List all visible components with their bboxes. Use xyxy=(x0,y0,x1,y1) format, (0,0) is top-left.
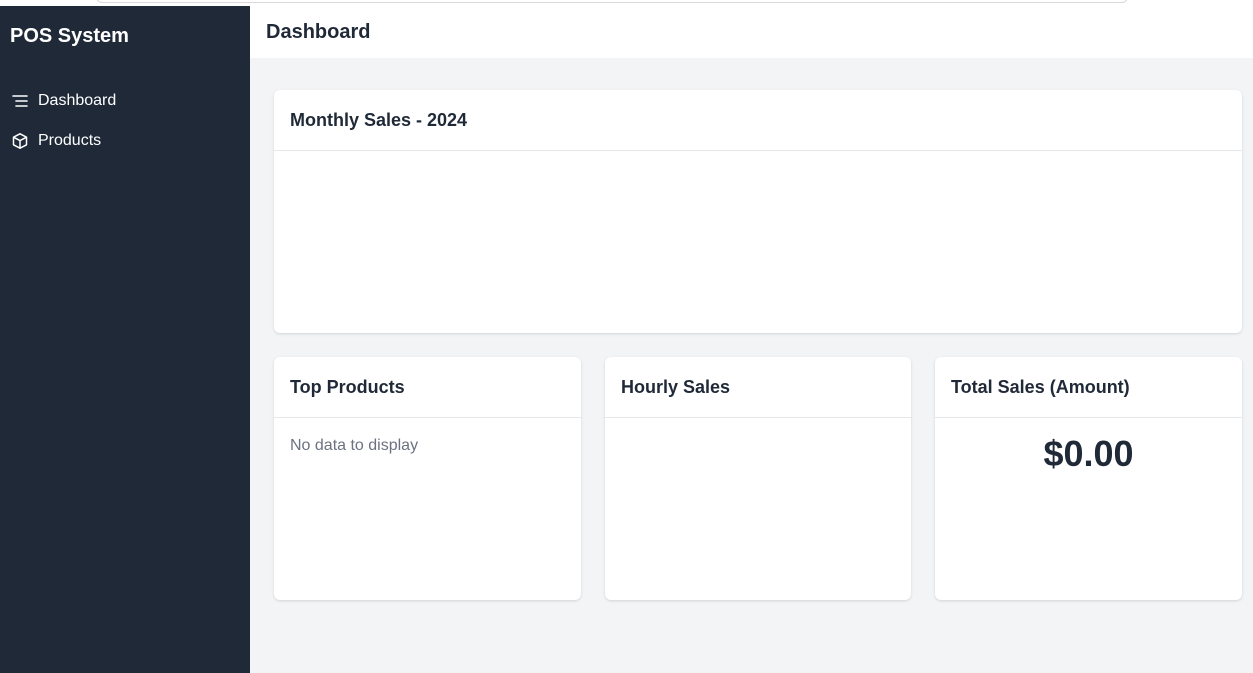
card-header: Hourly Sales xyxy=(605,357,911,418)
card-title: Monthly Sales - 2024 xyxy=(290,109,468,130)
card-header: Monthly Sales - 2024 xyxy=(274,90,1242,151)
card-header: Top Products xyxy=(274,357,581,418)
total-sales-amount: $0.00 xyxy=(1043,433,1134,474)
total-sales-card: Total Sales (Amount) $0.00 xyxy=(935,357,1242,600)
hourly-sales-card: Hourly Sales xyxy=(605,357,911,600)
sidebar-item-label: Dashboard xyxy=(38,92,117,109)
sidebar-item-products[interactable]: Products xyxy=(0,125,250,157)
card-header: Total Sales (Amount) xyxy=(935,357,1242,418)
top-bar: Dashboard xyxy=(250,6,1253,58)
sidebar: POS System Dashboard Products xyxy=(0,6,250,673)
box-icon xyxy=(11,132,29,150)
card-title: Top Products xyxy=(290,376,405,397)
menu-lines-icon xyxy=(11,92,29,110)
top-products-card: Top Products No data to display xyxy=(274,357,581,600)
address-bar-edge[interactable] xyxy=(96,0,1128,3)
empty-state-text: No data to display xyxy=(290,437,419,454)
card-title: Total Sales (Amount) xyxy=(951,376,1130,397)
sidebar-item-dashboard[interactable]: Dashboard xyxy=(0,85,250,117)
sidebar-item-label: Products xyxy=(38,132,102,149)
monthly-sales-card: Monthly Sales - 2024 xyxy=(274,90,1242,333)
page-title: Dashboard xyxy=(266,21,371,43)
app-brand: POS System xyxy=(10,25,129,47)
card-title: Hourly Sales xyxy=(621,376,731,397)
